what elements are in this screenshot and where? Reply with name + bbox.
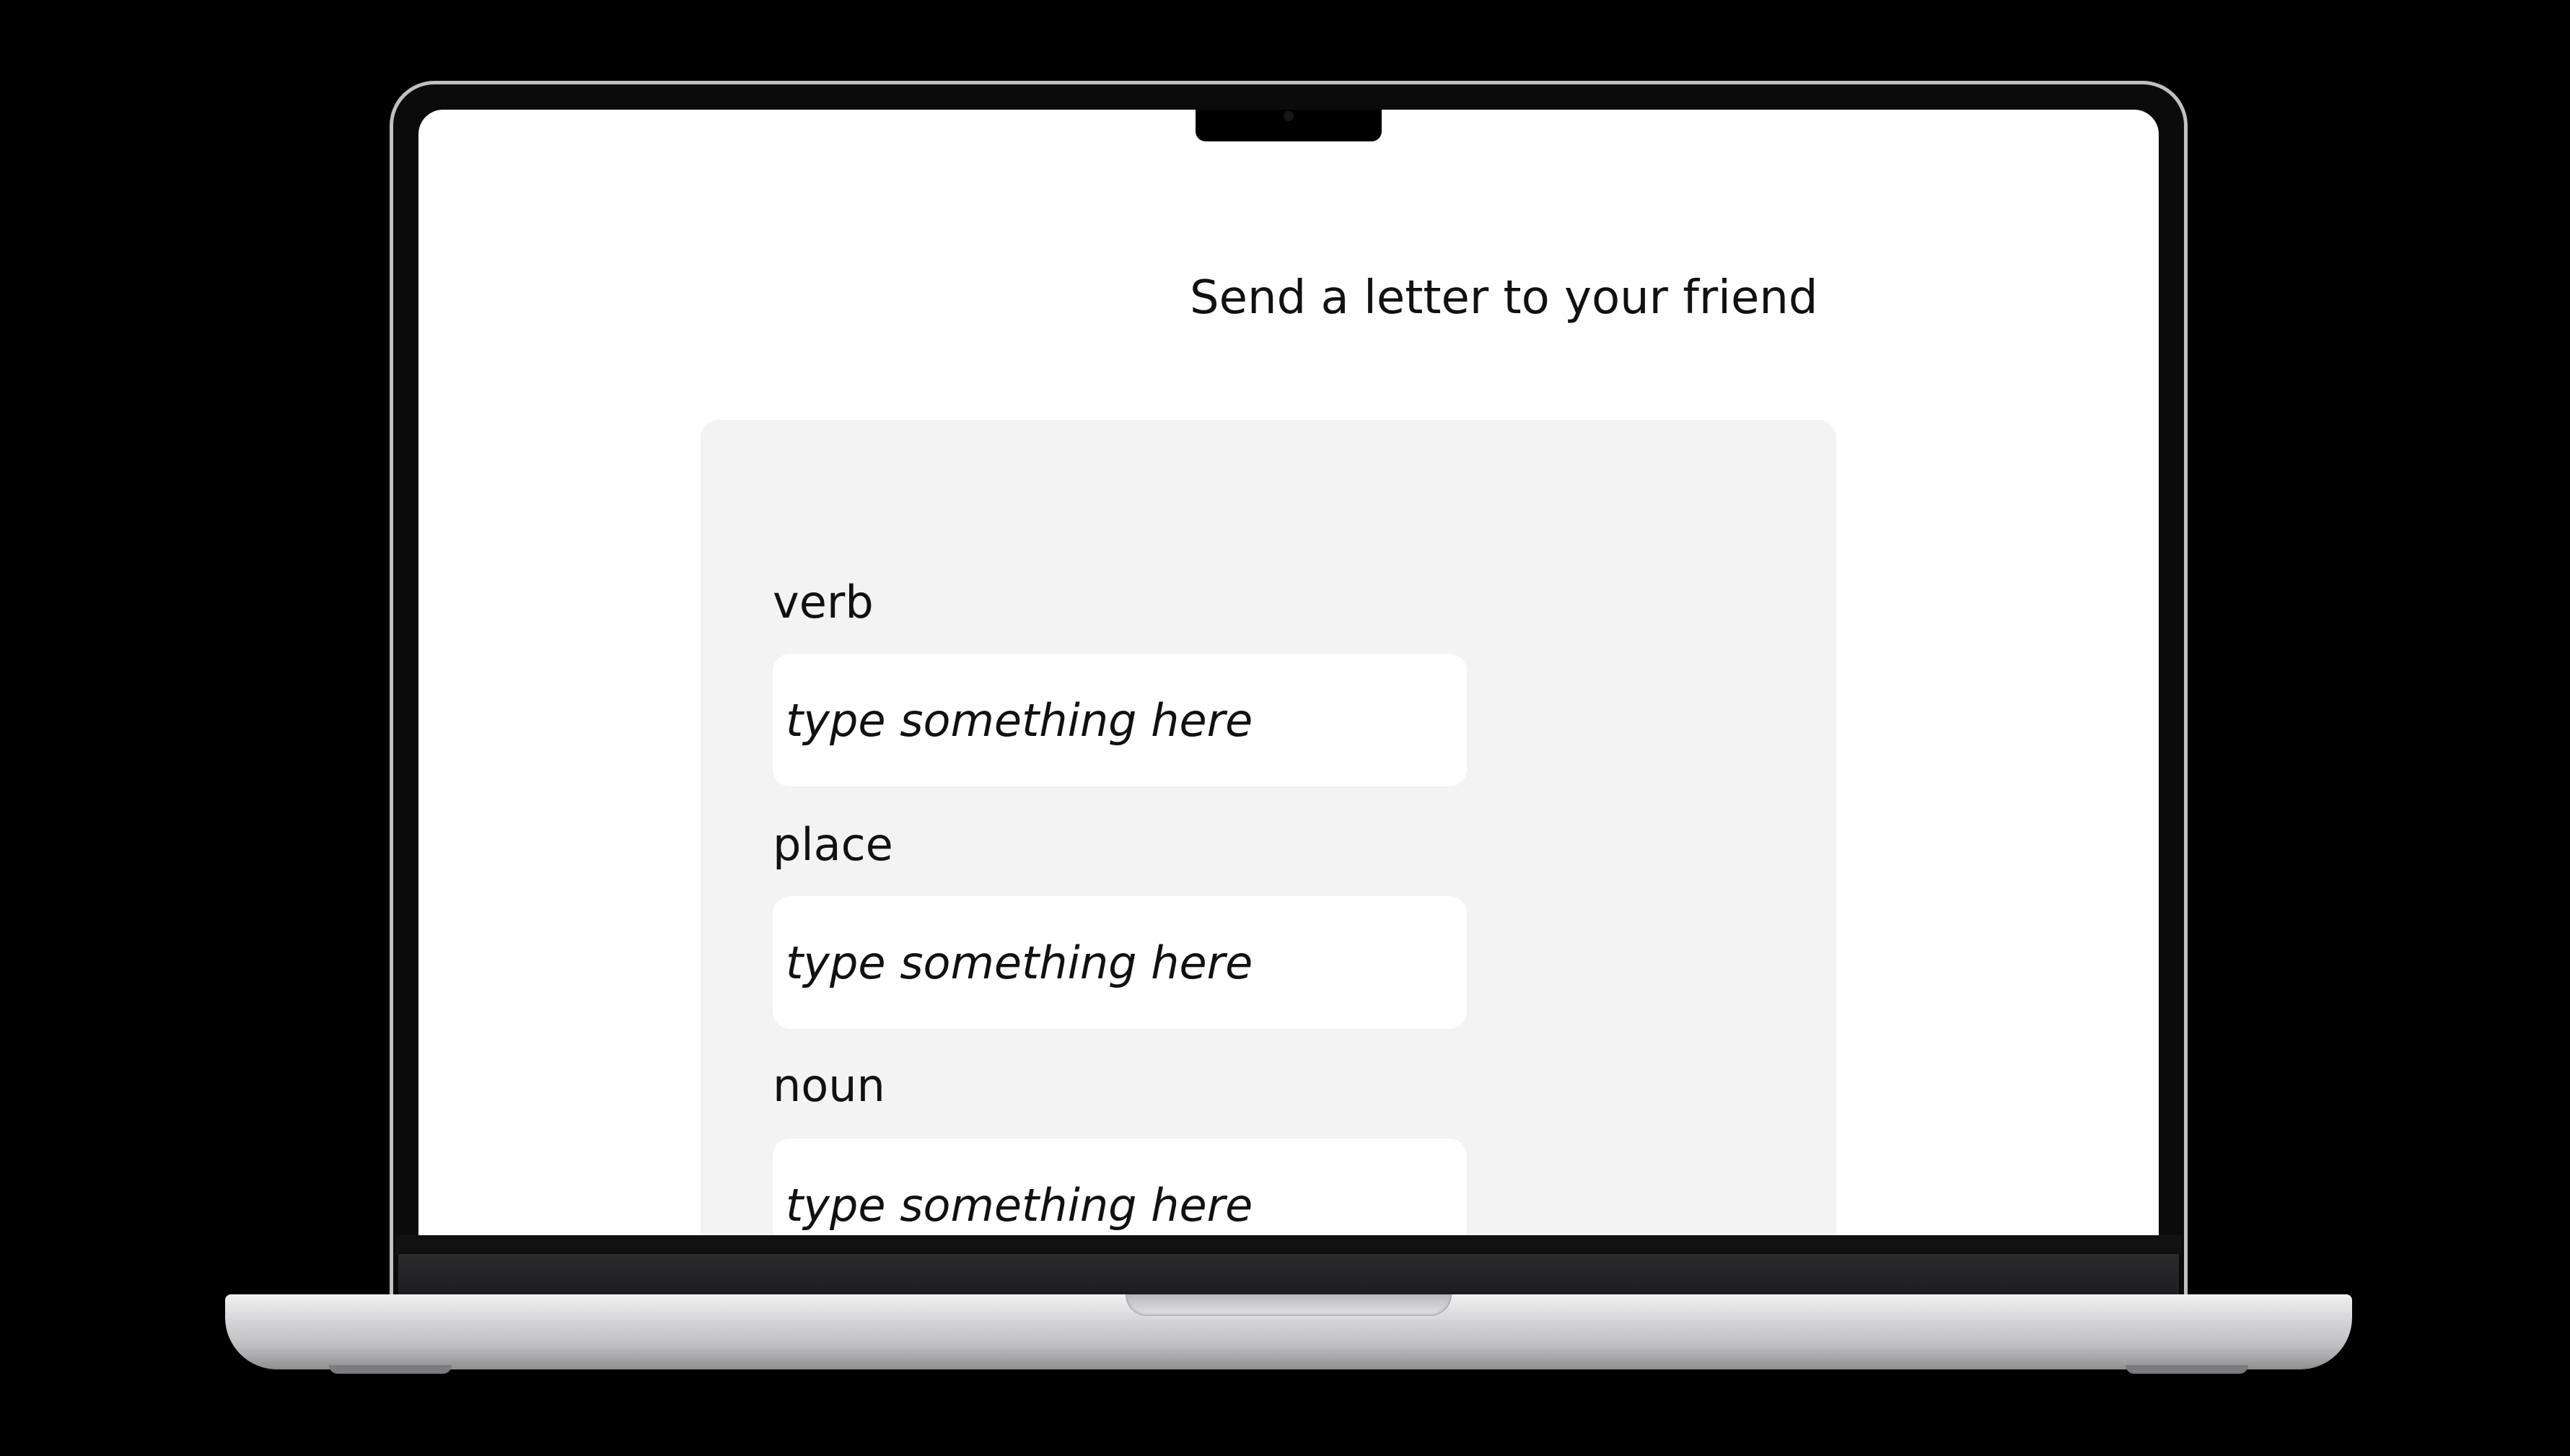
- trackpad-lip: [1126, 1294, 1452, 1316]
- laptop-mockup: Send a letter to your friend verb place …: [0, 0, 2570, 1456]
- noun-input[interactable]: [773, 1139, 1467, 1235]
- screen-bezel-bottom: [395, 1235, 2182, 1254]
- field-label-place: place: [773, 818, 893, 871]
- letter-form: verb place noun: [701, 420, 1836, 1235]
- laptop-screen: Send a letter to your friend verb place …: [418, 110, 2159, 1235]
- field-label-noun: noun: [773, 1059, 885, 1112]
- page-title: Send a letter to your friend: [1190, 271, 1818, 325]
- laptop-hinge: [398, 1254, 2179, 1296]
- webcam-icon: [1284, 111, 1294, 121]
- verb-input[interactable]: [773, 654, 1467, 786]
- place-input[interactable]: [773, 896, 1467, 1029]
- laptop-foot-left: [329, 1365, 452, 1374]
- field-label-verb: verb: [773, 576, 874, 628]
- laptop-foot-right: [2126, 1365, 2248, 1374]
